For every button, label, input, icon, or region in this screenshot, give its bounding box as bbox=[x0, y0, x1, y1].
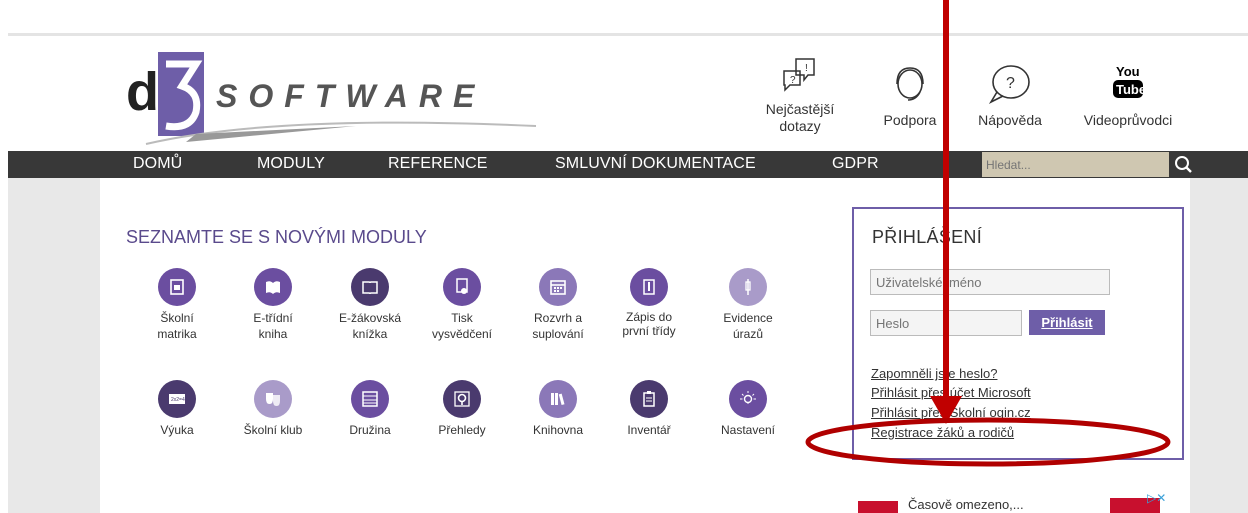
login-title: PŘIHLÁŠENÍ bbox=[872, 227, 983, 247]
youtube-icon: You Tube bbox=[1113, 64, 1146, 98]
module-label: Inventář bbox=[627, 423, 671, 437]
school-login-link[interactable]: Přihlásit přes Školní ogin.cz bbox=[871, 405, 1031, 420]
nav-modules[interactable]: MODULY bbox=[257, 155, 325, 173]
module-label: E-žákovská knížka bbox=[338, 311, 402, 341]
abacus-icon bbox=[351, 380, 389, 418]
module-label: E-třídní kniha bbox=[253, 311, 293, 341]
search-input[interactable] bbox=[982, 152, 1169, 177]
headset-icon bbox=[896, 67, 924, 101]
books-icon bbox=[539, 380, 577, 418]
module-label: Družina bbox=[349, 423, 391, 437]
faq-bubbles-icon: ! ? bbox=[783, 58, 815, 92]
module-settings[interactable]: Nastavení bbox=[703, 380, 793, 438]
syringe-icon bbox=[729, 268, 767, 306]
ad-text[interactable]: Časově omezeno,... bbox=[908, 497, 1024, 512]
help-link[interactable]: ? Nápověda bbox=[965, 62, 1055, 128]
pen-paper-icon bbox=[630, 268, 668, 306]
open-book-icon bbox=[254, 268, 292, 306]
module-inventory[interactable]: Inventář bbox=[604, 380, 694, 438]
svg-text:Tube: Tube bbox=[1116, 82, 1146, 97]
logo-wordmark: SOFTWARE bbox=[216, 78, 486, 114]
ad-choices-icon[interactable]: ▷✕ bbox=[1147, 491, 1166, 505]
module-school-register[interactable]: Školní matrika bbox=[132, 268, 222, 342]
theatre-masks-icon bbox=[254, 380, 292, 418]
faq-label: Nejčastější dotazy bbox=[765, 101, 835, 134]
light-bulb-icon bbox=[729, 380, 767, 418]
module-library[interactable]: Knihovna bbox=[513, 380, 603, 438]
top-divider bbox=[8, 33, 1248, 36]
module-label: Evidence úrazů bbox=[723, 311, 773, 341]
svg-text:?: ? bbox=[1006, 75, 1015, 92]
id-card-icon bbox=[158, 268, 196, 306]
search-icon[interactable] bbox=[1172, 152, 1194, 177]
module-e-class-book[interactable]: E-třídní kniha bbox=[228, 268, 318, 342]
nav-contract-docs[interactable]: SMLUVNÍ DOKUMENTACE bbox=[555, 155, 756, 173]
module-first-grade-enrollment[interactable]: Zápis do první třídy bbox=[604, 268, 694, 338]
nav-home[interactable]: DOMŮ bbox=[133, 155, 182, 173]
module-label: Tisk vysvědčení bbox=[431, 311, 493, 341]
ad-logo[interactable] bbox=[858, 501, 898, 513]
nav-gdpr[interactable]: GDPR bbox=[832, 155, 879, 173]
magnifier-icon bbox=[443, 380, 481, 418]
module-label: Výuka bbox=[160, 423, 194, 437]
login-button[interactable]: Přihlásit bbox=[1029, 310, 1105, 335]
module-schedule[interactable]: Rozvrh a suplování bbox=[513, 268, 603, 342]
registration-link[interactable]: Registrace žáků a rodičů bbox=[871, 425, 1014, 440]
help-bubble-icon: ? bbox=[988, 65, 1030, 104]
username-input[interactable] bbox=[870, 269, 1110, 295]
module-label: Knihovna bbox=[532, 423, 584, 437]
password-input[interactable] bbox=[870, 310, 1022, 336]
support-label: Podpora bbox=[883, 112, 937, 128]
module-label: Školní klub bbox=[243, 423, 303, 437]
module-teaching[interactable]: 2x2=4 Výuka bbox=[132, 380, 222, 438]
svg-text:!: ! bbox=[805, 63, 808, 74]
forgot-password-link[interactable]: Zapomněli jste heslo? bbox=[871, 366, 997, 381]
module-label: Nastavení bbox=[720, 423, 776, 437]
svg-text:You: You bbox=[1116, 64, 1140, 79]
module-label: Zápis do první třídy bbox=[622, 310, 676, 338]
microsoft-login-link[interactable]: Přihlásit přes účet Microsoft bbox=[871, 385, 1031, 400]
video-guides-label: Videoprůvodci bbox=[1083, 112, 1173, 128]
module-report-print[interactable]: Tisk vysvědčení bbox=[417, 268, 507, 342]
video-guides-link[interactable]: You Tube Videoprůvodci bbox=[1078, 62, 1178, 128]
module-label: Školní matrika bbox=[157, 311, 197, 341]
modules-title: SEZNAMTE SE S NOVÝMI MODULY bbox=[126, 227, 427, 247]
module-school-club[interactable]: Školní klub bbox=[228, 380, 318, 438]
module-label: Přehledy bbox=[438, 423, 486, 437]
svg-text:d: d bbox=[126, 62, 159, 122]
module-after-school[interactable]: Družina bbox=[325, 380, 415, 438]
svg-text:2x2=4: 2x2=4 bbox=[171, 397, 185, 403]
blackboard-icon: 2x2=4 bbox=[158, 380, 196, 418]
module-e-student-book[interactable]: E-žákovská knížka bbox=[325, 268, 415, 342]
certificate-icon bbox=[443, 268, 481, 306]
support-link[interactable]: Podpora bbox=[870, 62, 950, 128]
help-label: Nápověda bbox=[978, 112, 1042, 128]
module-label: Rozvrh a suplování bbox=[532, 311, 584, 341]
book-icon bbox=[351, 268, 389, 306]
svg-text:?: ? bbox=[790, 75, 796, 86]
nav-references[interactable]: REFERENCE bbox=[388, 155, 488, 173]
module-injury-records[interactable]: Evidence úrazů bbox=[703, 268, 793, 342]
calendar-icon bbox=[539, 268, 577, 306]
module-overviews[interactable]: Přehledy bbox=[417, 380, 507, 438]
clipboard-icon bbox=[630, 380, 668, 418]
faq-link[interactable]: ! ? Nejčastější dotazy bbox=[750, 55, 850, 135]
